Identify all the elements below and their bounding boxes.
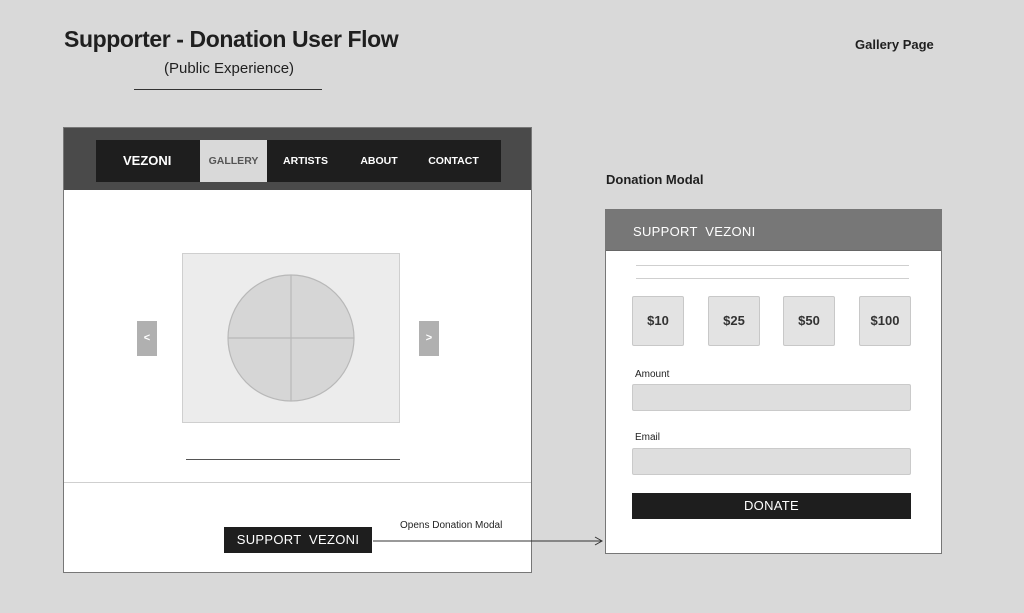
nav-bar: VEZONI GALLERY ARTISTS ABOUT CONTACT: [96, 140, 501, 182]
section-divider: [64, 482, 531, 483]
gallery-page-label: Gallery Page: [855, 37, 934, 52]
donation-modal: SUPPORT VEZONI $10 $25 $50 $100 Amount E…: [605, 209, 942, 554]
site-header: VEZONI GALLERY ARTISTS ABOUT CONTACT: [64, 128, 531, 190]
modal-text-line: [636, 278, 909, 279]
modal-header: SUPPORT VEZONI: [606, 210, 941, 251]
nav-item-artists[interactable]: ARTISTS: [273, 140, 338, 182]
nav-item-gallery[interactable]: GALLERY: [200, 140, 267, 182]
amount-option-25[interactable]: $25: [708, 296, 760, 346]
caption-placeholder-line: [186, 459, 400, 460]
next-image-button[interactable]: >: [419, 321, 439, 356]
title-underline: [134, 89, 322, 90]
nav-item-about[interactable]: ABOUT: [349, 140, 409, 182]
donate-button[interactable]: DONATE: [632, 493, 911, 519]
connector-label: Opens Donation Modal: [400, 520, 503, 531]
prev-image-button[interactable]: <: [137, 321, 157, 356]
support-vezoni-button[interactable]: SUPPORT VEZONI: [224, 527, 372, 553]
connector-arrow-icon: [373, 536, 604, 546]
email-field[interactable]: [632, 448, 911, 475]
amount-field[interactable]: [632, 384, 911, 411]
modal-text-line: [636, 265, 909, 266]
amount-option-100[interactable]: $100: [859, 296, 911, 346]
email-label: Email: [635, 432, 661, 443]
flow-title: Supporter - Donation User Flow: [64, 26, 399, 52]
amount-option-10[interactable]: $10: [632, 296, 684, 346]
amount-label: Amount: [635, 369, 670, 380]
gallery-page-frame: VEZONI GALLERY ARTISTS ABOUT CONTACT < >…: [63, 127, 532, 573]
image-placeholder-icon: [227, 274, 355, 402]
modal-title: SUPPORT VEZONI: [633, 224, 756, 239]
flow-subtitle: (Public Experience): [164, 60, 295, 77]
amount-option-50[interactable]: $50: [783, 296, 835, 346]
donation-modal-label: Donation Modal: [606, 172, 704, 187]
nav-item-contact[interactable]: CONTACT: [421, 140, 486, 182]
gallery-image-placeholder: [182, 253, 400, 423]
brand-logo[interactable]: VEZONI: [123, 153, 171, 168]
